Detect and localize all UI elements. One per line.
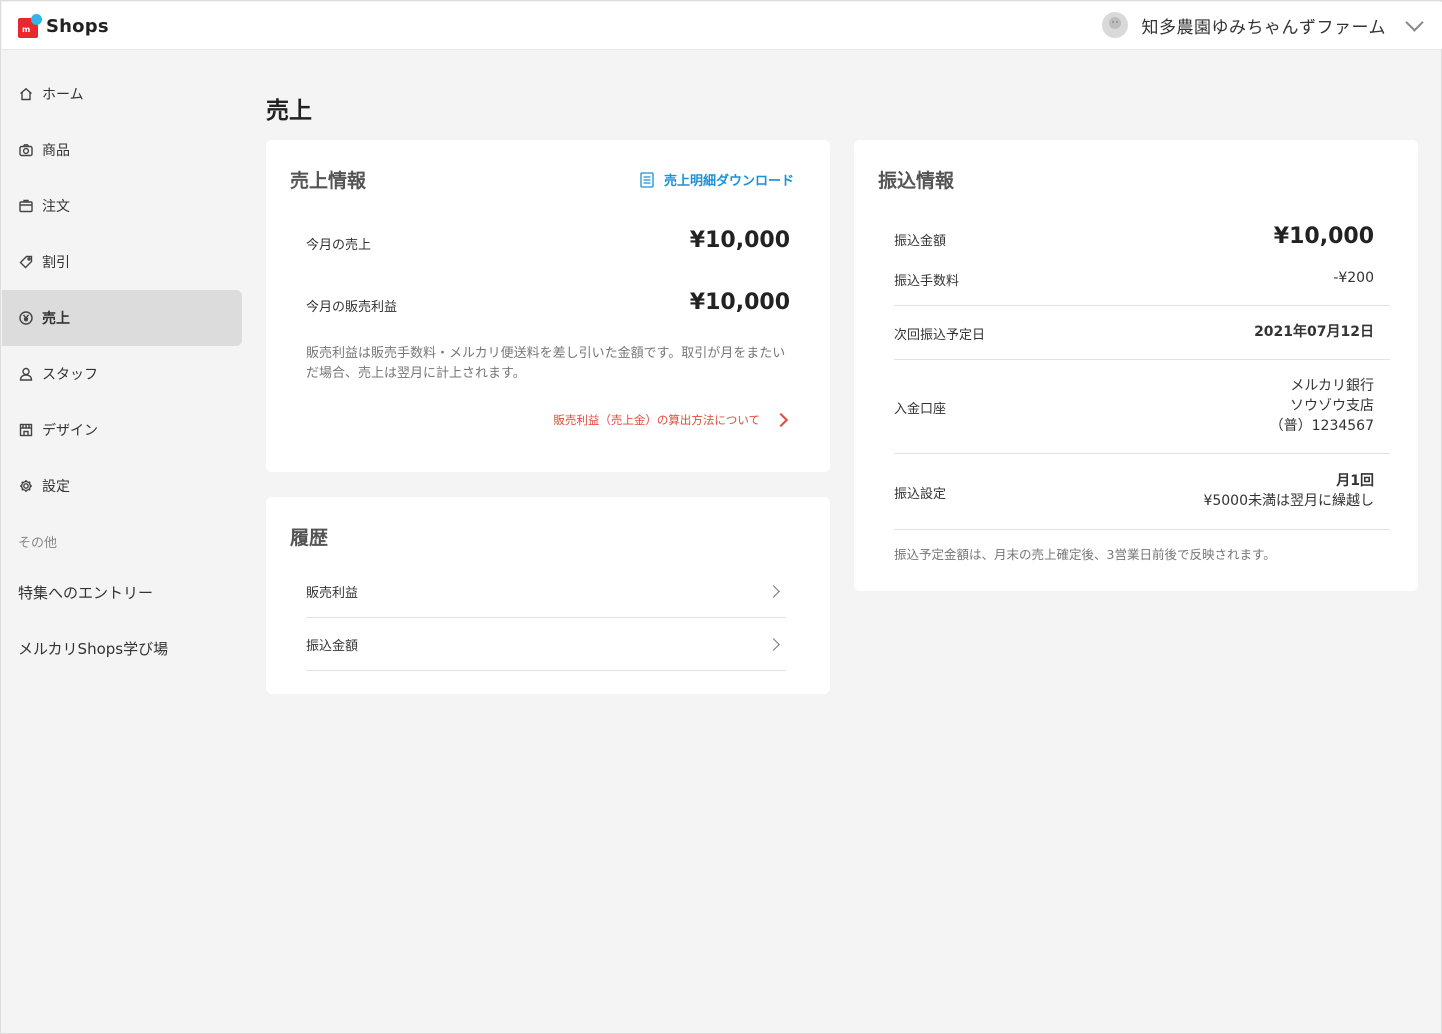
chevron-right-icon [767, 584, 780, 598]
chevron-right-icon [773, 412, 789, 428]
logo-text: Shops [46, 15, 109, 37]
transfer-setting-note: ¥5000未満は翌月に繰越し [1203, 493, 1374, 509]
home-icon [18, 86, 34, 102]
bank-account-details: メルカリ銀行 ソウゾウ支店 （普）1234567 [1270, 376, 1374, 436]
sidebar-item-products[interactable]: 商品 [2, 122, 242, 178]
history-row-sales-profit[interactable]: 販売利益 [306, 565, 786, 617]
history-title: 履歴 [290, 527, 329, 549]
sidebar-item-label: 設定 [42, 479, 70, 495]
sales-info-title: 売上情報 [290, 170, 367, 192]
sidebar-item-label: ホーム [42, 87, 84, 103]
avatar [1101, 12, 1128, 38]
sidebar-item-staff[interactable]: スタッフ [2, 346, 242, 402]
calc-method-label: 販売利益（売上金）の算出方法について [553, 413, 760, 427]
bank-name: メルカリ銀行 [1290, 378, 1374, 394]
sidebar-item-label: 商品 [42, 143, 70, 159]
divider [894, 529, 1390, 530]
transfer-setting-details: 月1回 ¥5000未満は翌月に繰越し [1203, 471, 1374, 511]
branch-name: ソウゾウ支店 [1290, 398, 1374, 414]
transfer-info-card: 振込情報 振込金額 ¥10,000 振込手数料 -¥200 次回振込予定日 20… [854, 140, 1418, 591]
person-icon [18, 366, 34, 382]
history-row-label: 販売利益 [306, 585, 359, 601]
sidebar-item-label: 注文 [42, 199, 70, 215]
account-number: （普）1234567 [1269, 418, 1374, 434]
divider [894, 359, 1390, 360]
transfer-fee-value: -¥200 [1333, 270, 1374, 286]
box-icon [18, 198, 34, 214]
transfer-footer-note: 振込予定金額は、月末の売上確定後、3営業日前後で反映されます。 [894, 547, 1276, 562]
transfer-fee-label: 振込手数料 [894, 274, 960, 289]
month-profit-value: ¥10,000 [689, 290, 790, 315]
sidebar: ホーム 商品 注文 割引 売上 スタッフ デザイン 設定 その他 特集へのエント… [2, 50, 242, 676]
transfer-setting-label: 振込設定 [894, 487, 947, 502]
sidebar-link-feature-entry[interactable]: 特集へのエントリー [2, 564, 242, 620]
store-icon [18, 422, 34, 438]
download-statement-label: 売上明細ダウンロード [663, 174, 794, 189]
profit-note: 販売利益は販売手数料・メルカリ便送料を差し引いた金額です。取引が月をまたいだ場合… [306, 346, 786, 381]
sidebar-item-orders[interactable]: 注文 [2, 178, 242, 234]
sidebar-item-sales[interactable]: 売上 [2, 290, 242, 346]
sidebar-item-label: スタッフ [42, 367, 98, 383]
transfer-amount-value: ¥10,000 [1273, 224, 1374, 249]
sidebar-item-discounts[interactable]: 割引 [2, 234, 242, 290]
chevron-right-icon [767, 637, 780, 651]
transfer-amount-label: 振込金額 [894, 234, 947, 249]
divider [894, 453, 1390, 454]
mercari-logo-icon: m [18, 14, 42, 38]
next-transfer-date-label: 次回振込予定日 [894, 328, 986, 343]
next-transfer-date-value: 2021年07月12日 [1254, 324, 1374, 340]
sidebar-section-label: その他 [18, 536, 58, 551]
top-header: m Shops 知多農園ゆみちゃんずファーム [2, 2, 1442, 50]
sidebar-item-label: デザイン [42, 423, 98, 439]
transfer-setting-value: 月1回 [1336, 473, 1374, 489]
yen-icon [18, 310, 34, 326]
download-statement-link[interactable]: 売上明細ダウンロード [640, 170, 794, 189]
account-menu[interactable]: 知多農園ゆみちゃんずファーム [1101, 12, 1421, 38]
tag-icon [18, 254, 34, 270]
page-title: 売上 [266, 98, 312, 124]
chevron-down-icon[interactable] [1406, 18, 1420, 32]
gear-icon [18, 478, 34, 494]
sidebar-item-design[interactable]: デザイン [2, 402, 242, 458]
app-frame: m Shops 知多農園ゆみちゃんずファーム ホーム 商品 注文 割引 売上 ス… [0, 0, 1442, 1034]
divider [306, 670, 786, 671]
sidebar-item-label: 売上 [42, 311, 70, 327]
sidebar-item-settings[interactable]: 設定 [2, 458, 242, 514]
sidebar-item-label: 割引 [42, 255, 70, 271]
calc-method-link[interactable]: 販売利益（売上金）の算出方法について [553, 412, 789, 428]
bank-account-label: 入金口座 [894, 402, 947, 417]
transfer-info-title: 振込情報 [878, 170, 955, 192]
shops-logo[interactable]: m Shops [18, 14, 109, 38]
camera-icon [18, 142, 34, 158]
sales-info-card: 売上情報 売上明細ダウンロード 今月の売上 ¥10,000 今月の販売利益 ¥1… [266, 140, 830, 472]
account-name: 知多農園ゆみちゃんずファーム [1141, 17, 1386, 38]
document-icon [640, 171, 654, 188]
month-sales-label: 今月の売上 [306, 238, 372, 253]
sidebar-link-learning[interactable]: メルカリShops学び場 [2, 620, 242, 676]
history-row-transfer-amount[interactable]: 振込金額 [306, 618, 786, 670]
divider [894, 305, 1390, 306]
history-row-label: 振込金額 [306, 638, 359, 654]
history-card: 履歴 販売利益 振込金額 [266, 497, 830, 694]
sidebar-item-home[interactable]: ホーム [2, 66, 242, 122]
month-sales-value: ¥10,000 [689, 228, 790, 253]
month-profit-label: 今月の販売利益 [306, 300, 398, 315]
